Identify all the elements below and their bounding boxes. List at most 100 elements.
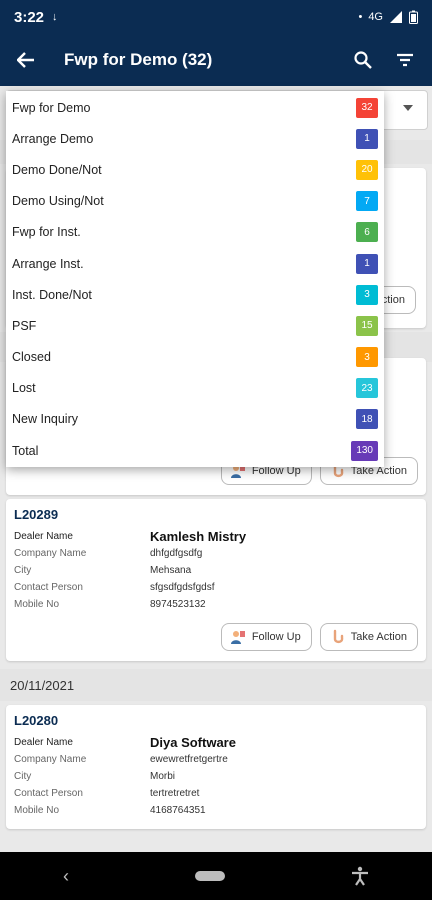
dropdown-item[interactable]: Fwp for Inst. 6 xyxy=(6,217,384,248)
lead-card[interactable]: L20280 Dealer Name Diya Software Company Na… xyxy=(6,705,426,829)
search-button[interactable] xyxy=(342,34,384,86)
count-badge: 3 xyxy=(356,347,378,368)
company-name-row-value: dhfgdfgsdfg xyxy=(150,548,203,559)
nav-back-button[interactable]: ‹ xyxy=(63,866,69,887)
dropdown-item-label: Closed xyxy=(12,350,51,365)
count-badge: 1 xyxy=(356,128,378,149)
dropdown-item-label: Demo Done/Not xyxy=(12,162,102,177)
contact-person-row: Contact Person sfgsdfgdsfgdsf xyxy=(14,579,418,596)
lead-id: L20289 xyxy=(14,507,59,522)
contact-person-row-value: sfgsdfgdsfgdsf xyxy=(150,582,215,593)
count-badge: 18 xyxy=(356,409,378,430)
dropdown-item[interactable]: PSF 15 xyxy=(6,310,384,341)
nav-home-button[interactable] xyxy=(195,871,225,881)
mobile-row: Mobile No 4168764351 xyxy=(14,802,418,819)
count-badge: 20 xyxy=(356,159,378,180)
mobile-row-label: Mobile No xyxy=(14,599,60,610)
dropdown-item[interactable]: Total 130 xyxy=(6,435,384,466)
dropdown-item[interactable]: Demo Done/Not 20 xyxy=(6,154,384,185)
follow-up-button[interactable]: Follow Up xyxy=(220,623,312,651)
hand-pointer-icon xyxy=(329,629,345,645)
follow-up-icon xyxy=(230,629,246,645)
dropdown-item-label: Lost xyxy=(12,381,36,396)
chevron-down-icon xyxy=(403,105,413,111)
status-dropdown-menu: Fwp for Demo 32 Arrange Demo 1 Demo Done/Not… xyxy=(6,91,384,467)
mobile-row-value: 8974523132 xyxy=(150,599,206,610)
dropdown-item-label: Demo Using/Not xyxy=(12,194,104,209)
dropdown-item-label: PSF xyxy=(12,318,37,333)
dropdown-item-label: Arrange Inst. xyxy=(12,256,84,271)
card-actions: Follow Up Take Action xyxy=(14,623,418,651)
mobile-row-value: 4168764351 xyxy=(150,805,206,816)
dropdown-item-label: Fwp for Inst. xyxy=(12,225,81,240)
count-badge: 23 xyxy=(356,378,378,399)
take-action-button[interactable]: Take Action xyxy=(319,623,418,651)
arrow-left-icon xyxy=(17,52,34,68)
dropdown-item-label: Inst. Done/Not xyxy=(12,287,92,302)
count-badge: 1 xyxy=(356,253,378,274)
company-name-row: Company Name dhfgdfgsdfg xyxy=(14,545,418,562)
status-time: 3:22 xyxy=(14,8,45,26)
take-action-label: Take Action xyxy=(350,631,407,643)
dropdown-item[interactable]: Arrange Demo 1 xyxy=(6,123,384,154)
dropdown-item-label: Arrange Demo xyxy=(12,131,94,146)
city-row-value: Mehsana xyxy=(150,565,192,576)
signal-icon xyxy=(390,11,402,23)
dealer-name-row: Dealer Name Diya Software xyxy=(14,734,418,751)
dropdown-item[interactable]: Closed 3 xyxy=(6,342,384,373)
network-type: 4G xyxy=(368,11,383,23)
filter-button[interactable] xyxy=(384,34,426,86)
dropdown-item[interactable]: Lost 23 xyxy=(6,373,384,404)
system-nav-bar: ‹ xyxy=(0,852,432,900)
count-badge: 3 xyxy=(356,284,378,305)
count-badge: 130 xyxy=(351,440,378,461)
app-bar: Fwp for Demo (32) xyxy=(0,34,432,86)
dealer-name-row-value: Kamlesh Mistry xyxy=(150,529,247,544)
filter-icon xyxy=(397,53,413,67)
dropdown-item[interactable]: New Inquiry 18 xyxy=(6,404,384,435)
lead-id: L20280 xyxy=(14,713,59,728)
cards-host: L20289 Dealer Name Kamlesh Mistry Company N… xyxy=(0,499,432,829)
company-name-row-label: Company Name xyxy=(14,754,87,765)
mobile-row: Mobile No 8974523132 xyxy=(14,596,418,613)
contact-person-row-label: Contact Person xyxy=(14,582,83,593)
count-badge: 7 xyxy=(356,191,378,212)
dealer-name-row-label: Dealer Name xyxy=(14,737,73,748)
take-action-label: ction xyxy=(381,294,405,306)
status-right: • 4G xyxy=(358,10,418,24)
dropdown-item[interactable]: Fwp for Demo 32 xyxy=(6,92,384,123)
lead-card[interactable]: L20289 Dealer Name Kamlesh Mistry Company N… xyxy=(6,499,426,661)
company-name-row-label: Company Name xyxy=(14,548,87,559)
dropdown-item[interactable]: Demo Using/Not 7 xyxy=(6,186,384,217)
dropdown-item[interactable]: Arrange Inst. 1 xyxy=(6,248,384,279)
download-icon: ↓ xyxy=(52,11,58,23)
contact-person-row: Contact Person tertretretret xyxy=(14,785,418,802)
contact-person-row-label: Contact Person xyxy=(14,788,83,799)
dropdown-item-label: Total xyxy=(12,443,39,458)
mobile-row-label: Mobile No xyxy=(14,805,60,816)
city-row-value: Morbi xyxy=(150,771,176,782)
search-icon xyxy=(354,51,372,69)
dropdown-item-label: Fwp for Demo xyxy=(12,100,91,115)
count-badge: 32 xyxy=(356,97,378,118)
status-bar: 3:22 ↓ • 4G xyxy=(0,0,432,34)
company-name-row-value: ewewretfretgertre xyxy=(150,754,228,765)
dealer-name-row: Dealer Name Kamlesh Mistry xyxy=(14,528,418,545)
city-row: City Mehsana xyxy=(14,562,418,579)
city-row: City Morbi xyxy=(14,768,418,785)
contact-person-row-value: tertretretret xyxy=(150,788,200,799)
back-button[interactable] xyxy=(0,34,52,86)
city-row-label: City xyxy=(14,771,32,782)
count-badge: 15 xyxy=(356,315,378,336)
count-badge: 6 xyxy=(356,222,378,243)
follow-up-label: Follow Up xyxy=(251,631,301,643)
dealer-name-row-label: Dealer Name xyxy=(14,531,73,542)
page-title: Fwp for Demo (32) xyxy=(64,50,213,69)
dealer-name-row-value: Diya Software xyxy=(150,735,236,750)
dropdown-item[interactable]: Inst. Done/Not 3 xyxy=(6,279,384,310)
battery-icon xyxy=(409,10,418,24)
accessibility-icon[interactable] xyxy=(351,866,369,886)
company-name-row: Company Name ewewretfretgertre xyxy=(14,751,418,768)
dropdown-item-label: New Inquiry xyxy=(12,412,78,427)
date-header: 20/11/2021 xyxy=(0,669,432,701)
